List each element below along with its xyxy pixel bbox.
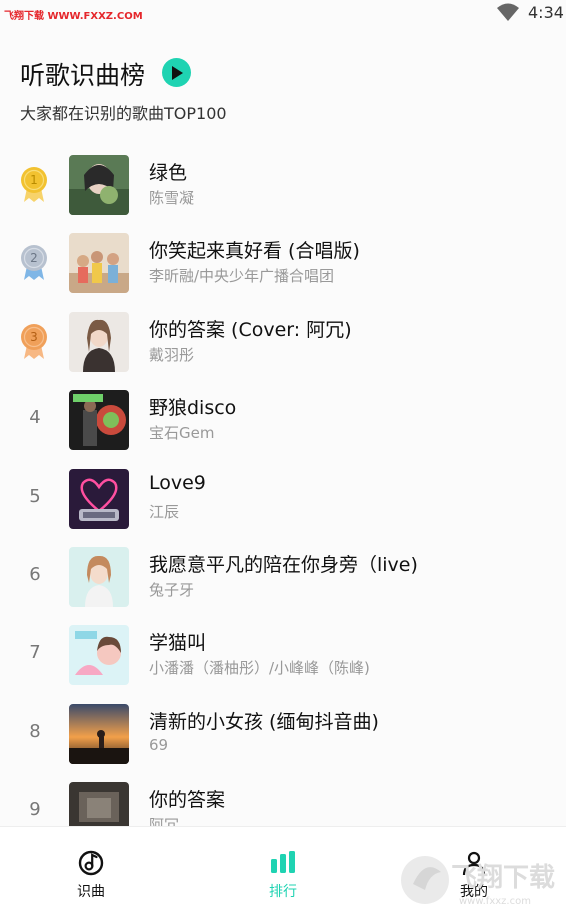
nav-label: 排行 [269,884,297,900]
song-artist: 江辰 [149,503,180,521]
song-row[interactable]: 8 清新的小女孩 (缅甸抖音曲) 69 [0,697,566,775]
rank-number: 5 [29,486,41,507]
rank-number: 7 [29,642,41,663]
song-row[interactable]: 3 你的答案 (Cover: 阿冗) 戴羽彤 [0,305,566,383]
album-cover [69,547,129,607]
song-artist: 陈雪凝 [149,189,195,207]
rank-number: 2 [30,251,38,265]
album-cover [69,782,129,826]
clock: 4:34 [528,3,564,22]
music-note-icon [78,850,104,876]
album-cover [69,625,129,685]
song-artist: 戴羽彤 [149,346,195,364]
song-artist: 阿冗 [149,816,180,826]
song-row[interactable]: 2 你笑起来真好看 (合唱版) 李昕融/中央少年广播合唱团 [0,226,566,304]
song-row[interactable]: 1 绿色 陈雪凝 [0,148,566,226]
song-artist: 宝石Gem [149,424,215,442]
song-artist: 李昕融/中央少年广播合唱团 [149,267,335,285]
song-title: 我愿意平凡的陪在你身旁（live) [149,554,418,576]
bar-chart-icon [271,851,295,873]
rank-number: 9 [29,799,41,820]
song-artist: 69 [149,736,169,754]
song-row[interactable]: 9 你的答案 阿冗 [0,775,566,826]
song-title: 你的答案 [149,789,226,811]
album-cover [69,312,129,372]
song-row[interactable]: 5 Love9 江辰 [0,462,566,540]
status-bar: 飞翔下载 WWW.FXXZ.COM 4:34 [0,0,566,26]
song-title: 学猫叫 [149,632,207,654]
watermark-logo-url: www.fxxz.com [459,896,531,907]
song-title: 你笑起来真好看 (合唱版) [149,240,360,262]
screen: 飞翔下载 WWW.FXXZ.COM 4:34 听歌识曲榜 大家都在识别的歌曲TO… [0,0,566,915]
album-cover [69,155,129,215]
song-row[interactable]: 4 野狼disco 宝石Gem [0,383,566,461]
rank-number: 8 [29,721,41,742]
song-title: 清新的小女孩 (缅甸抖音曲) [149,711,379,733]
album-cover [69,469,129,529]
album-cover [69,233,129,293]
watermark-text: 飞翔下载 WWW.FXXZ.COM [4,11,143,22]
song-title: 野狼disco [149,397,237,419]
album-cover [69,704,129,764]
song-artist: 兔子牙 [149,581,195,599]
page-title: 听歌识曲榜 [20,61,146,90]
watermark-logo: 飞翔下载 www.fxxz.com [401,856,555,907]
rank-number: 6 [29,564,41,585]
song-row[interactable]: 6 我愿意平凡的陪在你身旁（live) 兔子牙 [0,540,566,618]
rank-number: 3 [30,330,38,344]
nav-item-identify[interactable]: 识曲 [31,827,151,915]
play-icon [171,65,183,80]
song-title: 你的答案 (Cover: 阿冗) [149,319,352,341]
rank-number: 4 [29,407,41,428]
song-title: Love9 [149,472,206,494]
song-list[interactable]: 1 绿色 陈雪凝 2 你笑起来真好看 (合唱版) 李昕融/中央少年广播合唱团 3… [0,148,566,826]
watermark-logo-text: 飞翔下载 [451,863,555,893]
rank-number: 1 [30,173,38,187]
song-artist: 小潘潘（潘柚彤）/小峰峰（陈峰) [149,659,370,677]
page-subtitle: 大家都在识别的歌曲TOP100 [20,104,227,123]
song-row[interactable]: 7 学猫叫 小潘潘（潘柚彤）/小峰峰（陈峰) [0,618,566,696]
nav-label: 识曲 [77,884,105,900]
wifi-icon [497,3,519,21]
album-cover [69,390,129,450]
nav-item-ranking[interactable]: 排行 [223,827,343,915]
play-all-button[interactable] [162,58,191,87]
song-title: 绿色 [149,162,188,184]
